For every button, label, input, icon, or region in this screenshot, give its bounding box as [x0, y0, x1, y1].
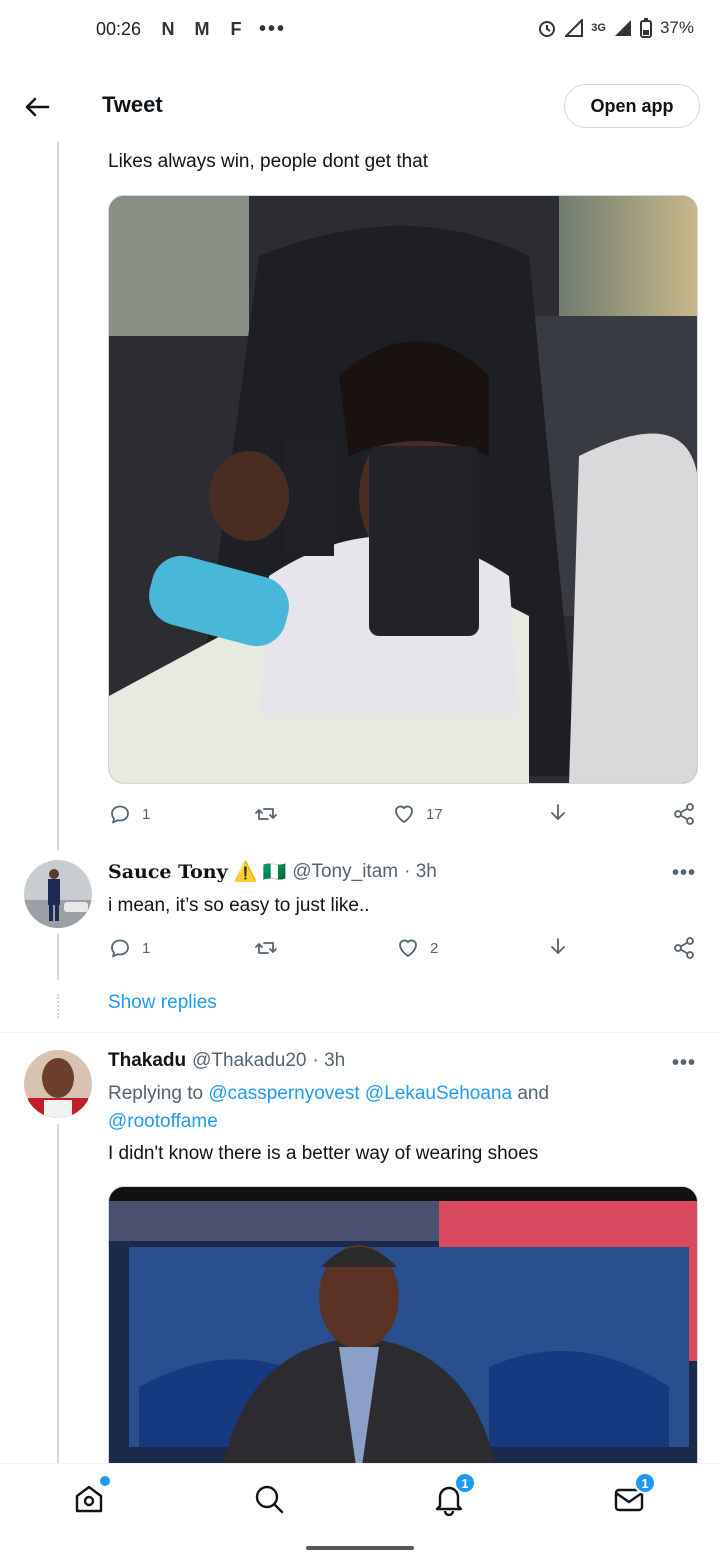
reply-count: 1 — [142, 939, 151, 957]
download-icon — [551, 804, 565, 820]
thread-line-2 — [57, 934, 59, 980]
timestamp: · 3h — [404, 861, 437, 882]
notifications-badge: 1 — [454, 1472, 476, 1494]
tweet-photo[interactable] — [108, 195, 698, 784]
mention-link[interactable]: @casspernyovest — [208, 1083, 359, 1104]
gmail-notification-icon: M — [194, 19, 210, 39]
tweet-photo[interactable] — [108, 1186, 698, 1486]
nav-search[interactable] — [252, 1482, 288, 1518]
warning-flag-badges: ⚠️ 🇳🇬 — [233, 862, 287, 883]
tweet3-header: Thakadu @Thakadu20 · 3h — [108, 1050, 345, 1072]
reply-button[interactable]: 1 — [108, 802, 150, 826]
tweet2-header: Sauce Tony ⚠️ 🇳🇬 @Tony_itam · 3h — [108, 860, 437, 884]
tweet-text: Likes always win, people dont get that — [108, 151, 429, 172]
share-icon — [674, 803, 694, 825]
timestamp: · 3h — [312, 1050, 346, 1071]
tweet1-actions: 1 17 — [108, 802, 700, 832]
netflix-notification-icon: N — [161, 19, 175, 39]
like-button[interactable]: 2 — [396, 936, 438, 960]
open-app-button[interactable]: Open app — [564, 84, 700, 128]
reply-button[interactable]: 1 — [108, 936, 150, 960]
network-type: 3G — [591, 22, 606, 34]
download-button[interactable] — [546, 936, 570, 960]
more-options-button[interactable]: ••• — [672, 862, 696, 885]
gesture-bar[interactable] — [306, 1546, 414, 1550]
facebook-notification-icon: F — [230, 19, 242, 39]
child-in-car-seat-photo — [109, 196, 697, 783]
nav-notifications[interactable]: 1 — [432, 1472, 476, 1518]
display-name[interactable]: Thakadu — [108, 1050, 186, 1072]
thread-line-dotted — [57, 994, 59, 1018]
avatar-thakadu[interactable] — [24, 1050, 92, 1118]
status-notification-icons: N M F ••• — [157, 18, 286, 41]
like-button[interactable]: 17 — [392, 802, 443, 826]
avatar-image — [24, 860, 92, 928]
bottom-navigation: 1 1 — [0, 1463, 720, 1535]
status-bar: 00:26 N M F ••• 3G 37% — [0, 0, 720, 62]
retweet-icon — [255, 942, 277, 954]
display-name[interactable]: Sauce Tony — [108, 861, 228, 883]
signal-icon — [565, 19, 584, 37]
man-crying-photo — [109, 1187, 697, 1485]
retweet-button[interactable] — [254, 936, 288, 960]
like-icon — [399, 939, 417, 957]
share-button[interactable] — [672, 936, 696, 960]
battery-icon — [639, 18, 652, 38]
page-title: Tweet — [102, 92, 163, 117]
messages-badge: 1 — [634, 1472, 656, 1494]
back-arrow-icon — [25, 97, 50, 117]
replying-to: Replying to @casspernyovest @LekauSehoan… — [108, 1080, 688, 1136]
more-notifications-icon: ••• — [259, 18, 287, 40]
tweet-header: Tweet Open app — [0, 70, 720, 142]
reply-text: i mean, it’s so easy to just like.. — [108, 895, 370, 916]
user-handle[interactable]: @Thakadu20 — [192, 1050, 306, 1072]
and-label: and — [517, 1083, 550, 1104]
alarm-icon — [539, 21, 556, 37]
reply-count: 1 — [142, 805, 151, 823]
tweet2-actions: 1 2 — [108, 936, 700, 966]
nav-home[interactable] — [72, 1476, 110, 1518]
download-button[interactable] — [546, 802, 570, 826]
signal-icon-2 — [614, 20, 631, 36]
like-count: 2 — [430, 939, 439, 957]
avatar-sauce-tony[interactable] — [24, 860, 92, 928]
thread-line-3 — [57, 1124, 59, 1464]
mention-link[interactable]: @rootoffame — [108, 1111, 218, 1132]
status-right: 3G 37% — [537, 18, 694, 38]
back-button[interactable] — [20, 90, 54, 124]
show-replies-link[interactable]: Show replies — [108, 992, 217, 1014]
tweet-text: I didn't know there is a better way of w… — [108, 1143, 539, 1164]
thread-line-1 — [57, 142, 59, 850]
battery-percent: 37% — [659, 18, 694, 37]
retweet-button[interactable] — [254, 802, 288, 826]
home-icon — [75, 1485, 103, 1513]
reply-icon — [111, 939, 129, 958]
home-new-dot — [100, 1476, 110, 1486]
nav-messages[interactable]: 1 — [612, 1472, 656, 1518]
status-time: 00:26 — [96, 19, 142, 39]
avatar-image — [24, 1050, 92, 1118]
search-icon — [255, 1485, 284, 1514]
section-divider — [0, 1032, 720, 1033]
share-icon — [674, 937, 694, 959]
share-button[interactable] — [672, 802, 696, 826]
replying-to-label: Replying to — [108, 1083, 204, 1104]
retweet-icon — [255, 808, 277, 820]
like-count: 17 — [426, 805, 443, 823]
like-icon — [395, 805, 413, 823]
mention-link[interactable]: @LekauSehoana — [365, 1083, 512, 1104]
user-handle[interactable]: @Tony_itam — [292, 861, 398, 883]
reply-icon — [111, 805, 129, 824]
download-icon — [551, 938, 565, 954]
more-options-button[interactable]: ••• — [672, 1052, 696, 1075]
